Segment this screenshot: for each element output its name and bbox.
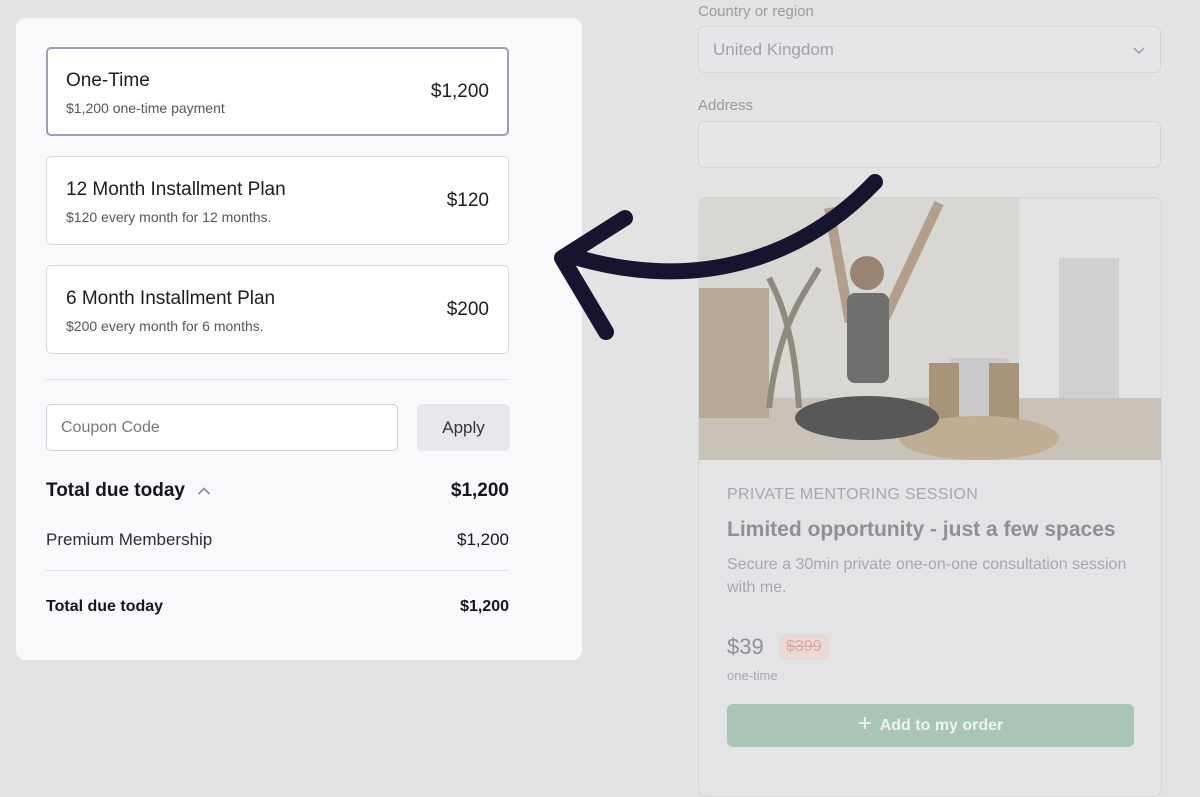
- divider: [46, 379, 509, 380]
- plan-option-one-time[interactable]: One-Time $1,200 one-time payment $1,200: [46, 47, 509, 136]
- apply-coupon-button[interactable]: Apply: [417, 404, 510, 451]
- plan-name: 12 Month Installment Plan: [66, 179, 286, 200]
- address-label: Address: [698, 97, 754, 114]
- offer-title: Limited opportunity - just a few spaces: [727, 518, 1116, 541]
- add-to-order-button[interactable]: Add to my order: [727, 704, 1134, 747]
- offer-old-price: $399: [779, 634, 829, 660]
- offer-price: $39: [727, 634, 764, 659]
- country-label: Country or region: [698, 3, 814, 20]
- country-value: United Kingdom: [713, 39, 834, 59]
- total-due-amount: $1,200: [450, 480, 509, 501]
- plan-price: $1,200: [430, 81, 489, 102]
- plan-price: $200: [446, 299, 489, 320]
- plan-option-12-month[interactable]: 12 Month Installment Plan $120 every mon…: [46, 156, 509, 245]
- country-select[interactable]: United Kingdom: [698, 26, 1161, 73]
- offer-photo: [699, 198, 1161, 460]
- add-to-order-label: Add to my order: [879, 716, 1004, 734]
- plan-price: $120: [446, 190, 489, 211]
- plan-option-6-month[interactable]: 6 Month Installment Plan $200 every mont…: [46, 265, 509, 354]
- payment-panel: One-Time $1,200 one-time payment $1,200 …: [16, 18, 582, 660]
- plan-description: $200 every month for 6 months.: [66, 318, 264, 334]
- chevron-up-icon[interactable]: [197, 484, 211, 498]
- offer-card: PRIVATE MENTORING SESSION Limited opport…: [698, 197, 1162, 797]
- coupon-code-input[interactable]: [46, 404, 398, 451]
- line-item-amount: $1,200: [457, 530, 509, 549]
- chevron-down-icon: [1132, 43, 1146, 57]
- offer-kicker: PRIVATE MENTORING SESSION: [727, 486, 979, 503]
- divider: [46, 570, 509, 571]
- summary-total-amount: $1,200: [460, 598, 509, 615]
- plus-icon: [858, 716, 872, 735]
- plan-name: 6 Month Installment Plan: [66, 288, 276, 309]
- total-due-row: Total due today $1,200: [46, 479, 509, 503]
- offer-description: Secure a 30min private one-on-one consul…: [727, 556, 1127, 596]
- summary-total-row: Total due today $1,200: [46, 598, 509, 616]
- summary-total-label: Total due today: [46, 598, 164, 615]
- offer-price-note: one-time: [727, 668, 778, 683]
- line-item: Premium Membership $1,200: [46, 530, 509, 550]
- plan-name: One-Time: [66, 70, 150, 91]
- address-input[interactable]: [698, 121, 1161, 168]
- line-item-name: Premium Membership: [46, 530, 213, 549]
- plan-description: $1,200 one-time payment: [66, 100, 225, 116]
- total-due-label: Total due today: [46, 480, 185, 501]
- plan-description: $120 every month for 12 months.: [66, 209, 272, 225]
